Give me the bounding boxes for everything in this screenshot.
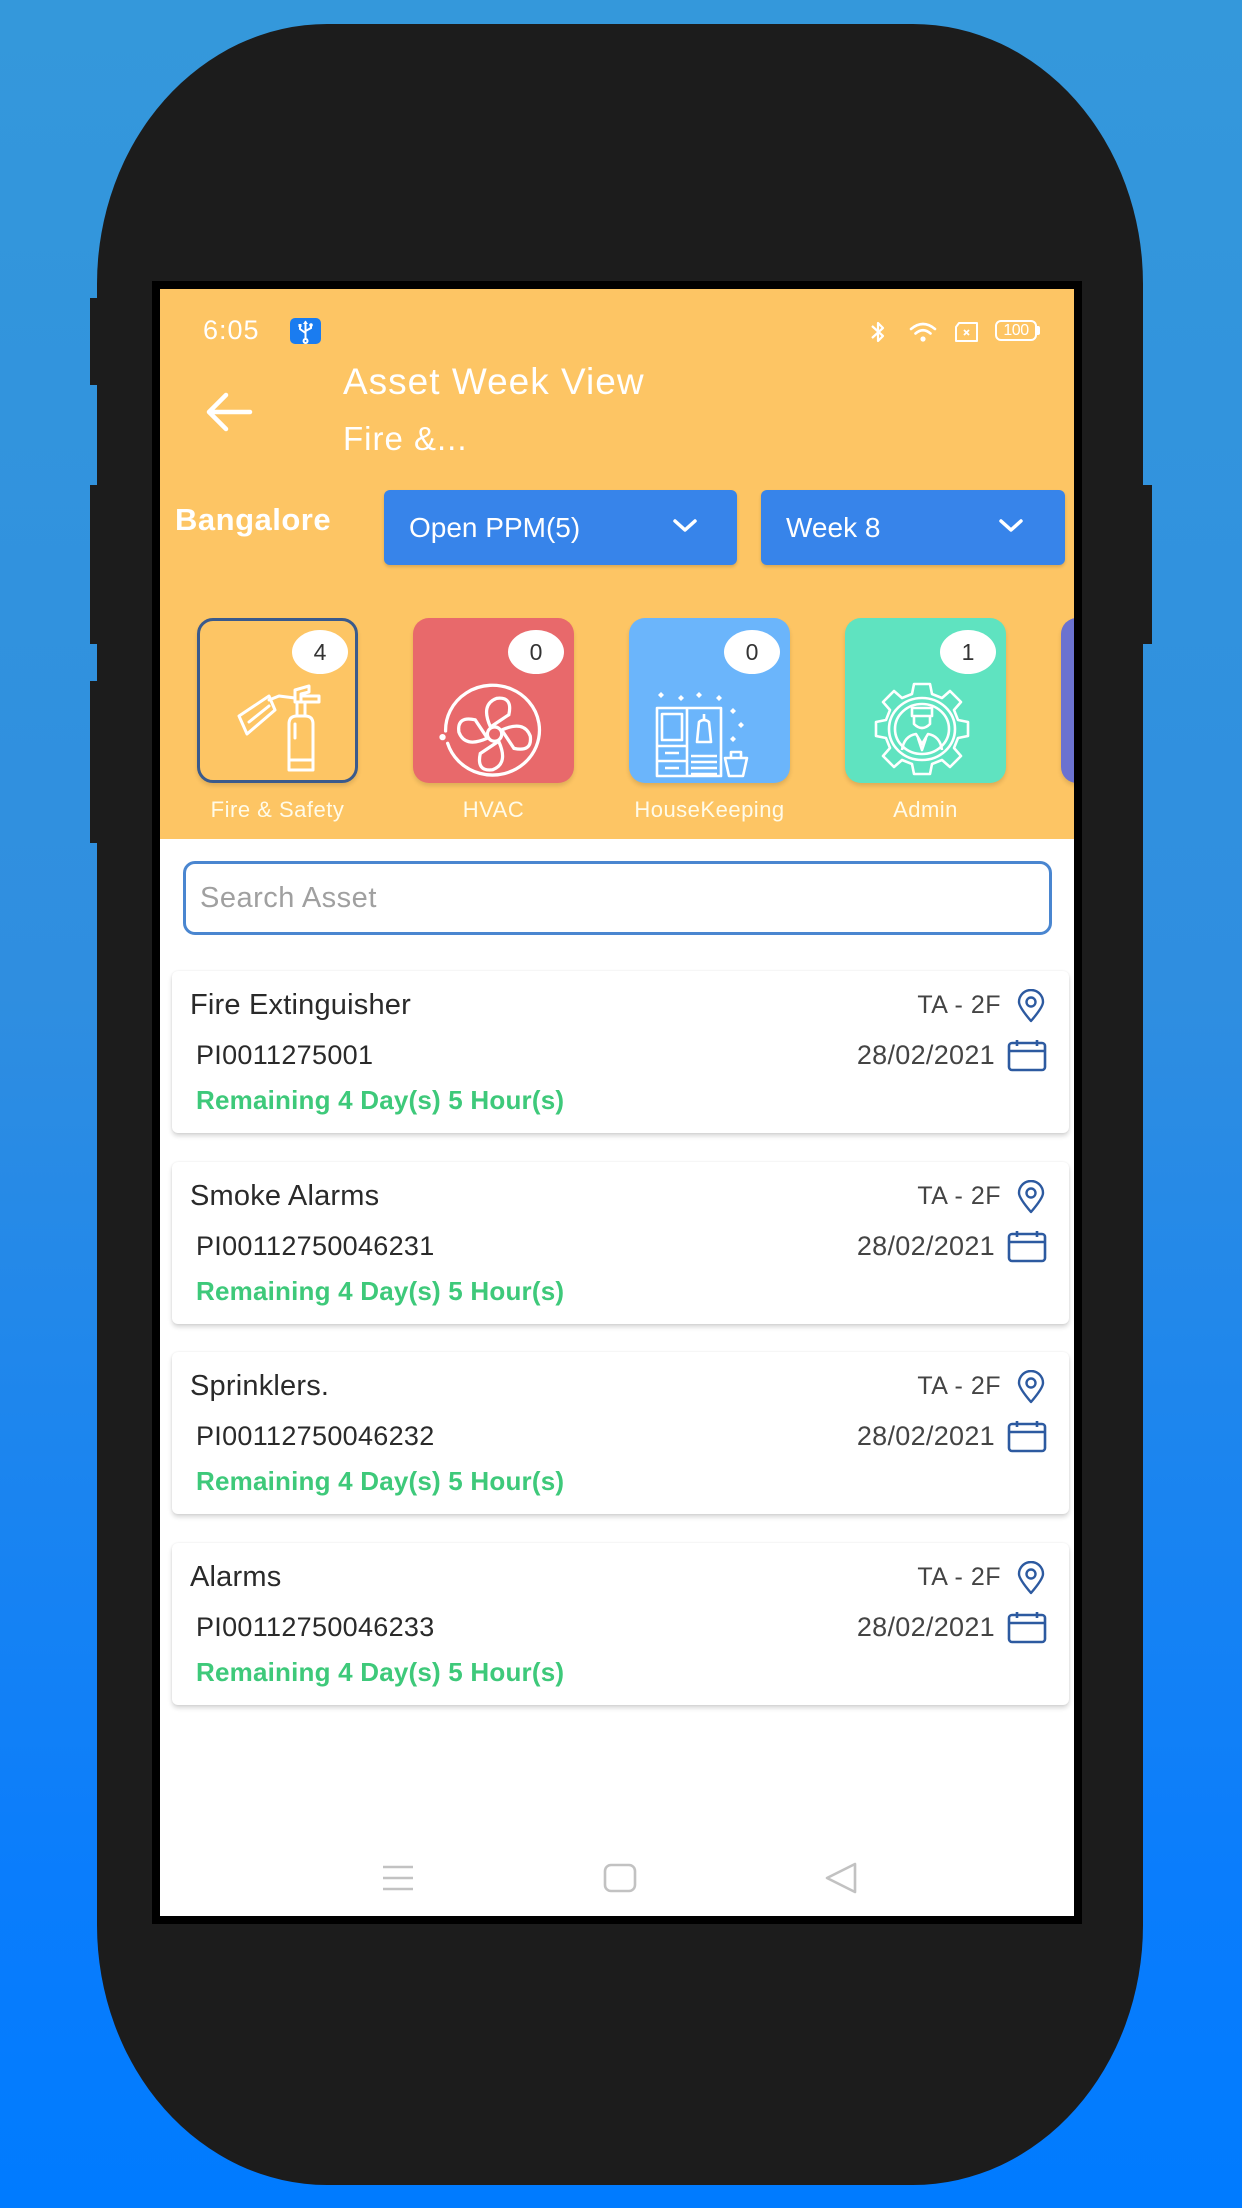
asset-remaining-time: Remaining 4 Day(s) 5 Hour(s): [196, 1085, 565, 1115]
asset-name: Alarms: [190, 1561, 282, 1593]
week-dropdown-value: Week 8: [786, 512, 881, 543]
asset-due-date: 28/02/2021: [856, 1612, 995, 1642]
asset-location: TA - 2F: [917, 991, 1001, 1019]
category-count-badge: 1: [940, 630, 996, 674]
back-button[interactable]: [200, 384, 260, 440]
category-count-badge: 0: [508, 630, 564, 674]
app-screen: 6:05 100 Asset Week View Fire &... Banga…: [160, 289, 1074, 1916]
asset-card[interactable]: Sprinklers. TA - 2F PI00112750046232 28/…: [172, 1352, 1069, 1514]
location-pin-icon: [1017, 989, 1045, 1023]
fan-icon: [439, 683, 542, 777]
search-box[interactable]: [183, 861, 1052, 935]
asset-due-date: 28/02/2021: [856, 1231, 995, 1261]
arrow-left-icon: [206, 392, 253, 432]
status-dropdown-value: Open PPM(5): [409, 512, 581, 543]
city-label: Bangalore: [175, 502, 332, 537]
category-label: HVAC: [462, 797, 525, 822]
asset-due-date: 28/02/2021: [856, 1421, 995, 1451]
search-input[interactable]: [200, 864, 1030, 932]
category-count-badge: 0: [724, 630, 780, 674]
category-count-badge: 4: [292, 630, 348, 674]
category-label: Admin: [893, 797, 958, 822]
calendar-icon: [1007, 1231, 1047, 1263]
calendar-icon: [1007, 1421, 1047, 1453]
chevron-down-icon: [673, 519, 697, 532]
calendar-icon: [1007, 1612, 1047, 1644]
week-dropdown[interactable]: Week 8: [761, 490, 1065, 565]
status-dropdown[interactable]: Open PPM(5): [384, 490, 737, 565]
location-pin-icon: [1017, 1370, 1045, 1404]
asset-location: TA - 2F: [917, 1372, 1001, 1400]
category-tile-fire-safety[interactable]: 4: [197, 618, 358, 783]
app-header: 6:05 100 Asset Week View Fire &... Banga…: [160, 289, 1074, 839]
chevron-down-icon: [999, 519, 1023, 532]
asset-id: PI00112750046231: [196, 1231, 435, 1261]
battery-level: 100: [1003, 322, 1029, 339]
housekeeping-icon: [655, 692, 749, 778]
admin-gear-icon: [874, 682, 970, 776]
asset-card[interactable]: Fire Extinguisher TA - 2F PI0011275001 2…: [172, 971, 1069, 1133]
asset-due-date: 28/02/2021: [856, 1040, 995, 1070]
page-subtitle: Fire &...: [343, 420, 468, 457]
category-tile-more[interactable]: [1061, 618, 1074, 783]
asset-card[interactable]: Smoke Alarms TA - 2F PI00112750046231 28…: [172, 1162, 1069, 1324]
asset-name: Sprinklers.: [190, 1370, 330, 1402]
asset-id: PI00112750046233: [196, 1612, 435, 1642]
fire-extinguisher-icon: [237, 684, 321, 772]
asset-remaining-time: Remaining 4 Day(s) 5 Hour(s): [196, 1276, 565, 1306]
category-tile-admin[interactable]: 1: [845, 618, 1006, 783]
battery-icon: 100: [995, 320, 1041, 341]
menu-icon[interactable]: [381, 1860, 415, 1896]
asset-remaining-time: Remaining 4 Day(s) 5 Hour(s): [196, 1466, 565, 1496]
page-title: Asset Week View: [343, 361, 645, 402]
category-label: Fire & Safety: [210, 797, 345, 822]
asset-location: TA - 2F: [917, 1563, 1001, 1591]
asset-remaining-time: Remaining 4 Day(s) 5 Hour(s): [196, 1657, 565, 1687]
calendar-icon: [1007, 1040, 1047, 1072]
location-pin-icon: [1017, 1561, 1045, 1595]
wifi-icon: [909, 322, 937, 342]
category-label: HouseKeeping: [634, 797, 785, 822]
home-icon[interactable]: [603, 1860, 637, 1896]
asset-id: PI0011275001: [196, 1040, 374, 1070]
asset-card[interactable]: Alarms TA - 2F PI00112750046233 28/02/20…: [172, 1543, 1069, 1705]
location-pin-icon: [1017, 1180, 1045, 1214]
asset-name: Fire Extinguisher: [190, 989, 411, 1021]
usb-icon: [290, 318, 321, 344]
asset-location: TA - 2F: [917, 1182, 1001, 1210]
asset-id: PI00112750046232: [196, 1421, 435, 1451]
back-triangle-icon[interactable]: [823, 1860, 859, 1896]
status-time: 6:05: [203, 315, 260, 345]
bluetooth-icon: [871, 321, 885, 343]
asset-name: Smoke Alarms: [190, 1180, 380, 1212]
no-sim-icon: [955, 322, 978, 342]
category-tile-hvac[interactable]: 0: [413, 618, 574, 783]
category-tile-housekeeping[interactable]: 0: [629, 618, 790, 783]
